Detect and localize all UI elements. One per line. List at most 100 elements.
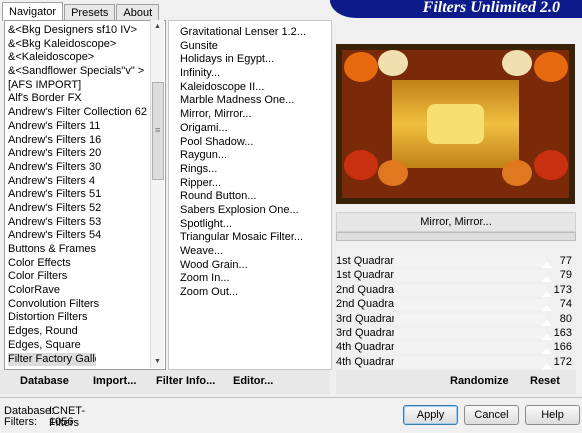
scroll-up-icon[interactable]: ▲	[151, 20, 164, 33]
filter-item[interactable]: Wood Grain...	[180, 259, 330, 273]
filter-item[interactable]: Rings...	[180, 163, 330, 177]
filter-info-button[interactable]: Filter Info...	[156, 375, 215, 387]
category-item[interactable]: &<Kaleidoscope>	[8, 51, 148, 65]
param-slider[interactable]	[394, 299, 552, 312]
category-item[interactable]: Andrew's Filters 16	[8, 134, 148, 148]
category-item[interactable]: ColorRave	[8, 284, 148, 298]
category-item[interactable]: Color Filters	[8, 270, 148, 284]
slider-arrow-icon[interactable]	[542, 276, 552, 283]
help-button[interactable]: Help	[525, 405, 580, 425]
category-item[interactable]: Andrew's Filters 11	[8, 120, 148, 134]
param-row: 4th Quadrant Y 172	[336, 355, 576, 369]
category-item[interactable]: Andrew's Filters 20	[8, 147, 148, 161]
category-item[interactable]: &<Bkg Designers sf10 IV>	[8, 24, 148, 38]
preview-pumpkin	[344, 150, 378, 180]
preview-pumpkin	[378, 160, 408, 186]
category-item[interactable]: Buttons & Frames	[8, 243, 148, 257]
banner-title: Filters Unlimited 2.0	[422, 0, 560, 16]
category-item[interactable]: Andrew's Filters 54	[8, 229, 148, 243]
slider-arrow-icon[interactable]	[542, 262, 552, 268]
scroll-down-icon[interactable]: ▼	[151, 355, 164, 368]
slider-arrow-icon[interactable]	[542, 290, 552, 297]
category-item[interactable]: &<Sandflower Specials"v" >	[8, 65, 148, 79]
param-row: 2nd Quadrant Y 74	[336, 297, 576, 312]
filter-item[interactable]: Origami...	[180, 122, 330, 136]
slider-arrow-icon[interactable]	[542, 362, 552, 369]
filter-item[interactable]: Raygun...	[180, 149, 330, 163]
filter-items: Gravitational Lenser 1.2... Gunsite Holida…	[180, 26, 330, 300]
filter-item[interactable]: Spotlight...	[180, 218, 330, 232]
slider-arrow-icon[interactable]	[542, 334, 552, 340]
category-item[interactable]: Color Effects	[8, 257, 148, 271]
randomize-button[interactable]: Randomize	[450, 375, 509, 387]
preview-pumpkin	[534, 150, 568, 180]
filter-item[interactable]: Round Button...	[180, 190, 330, 204]
tab-presets[interactable]: Presets	[64, 4, 116, 21]
preview-center	[392, 80, 519, 168]
category-item[interactable]: Andrew's Filters 4	[8, 175, 148, 189]
category-scrollbar[interactable]: ▲ ≡ ▼	[150, 20, 164, 368]
divider	[0, 397, 582, 398]
category-item[interactable]: Andrew's Filter Collection 62	[8, 106, 148, 120]
slider-arrow-icon[interactable]	[542, 348, 552, 355]
param-slider[interactable]	[394, 256, 552, 268]
param-slider[interactable]	[394, 328, 552, 340]
param-slider[interactable]	[394, 313, 552, 326]
slider-arrow-icon[interactable]	[542, 319, 552, 326]
param-slider[interactable]	[394, 356, 552, 369]
category-item[interactable]: Andrew's Filters 53	[8, 216, 148, 230]
category-item[interactable]: Edges, Round	[8, 325, 148, 339]
selected-filter-label: Mirror, Mirror...	[336, 212, 576, 232]
filter-item[interactable]: Infinity...	[180, 67, 330, 81]
category-item[interactable]: Andrew's Filters 30	[8, 161, 148, 175]
param-row: 4th Quadrant X 166	[336, 340, 576, 355]
database-button[interactable]: Database	[20, 375, 69, 387]
filter-item[interactable]: Ripper...	[180, 177, 330, 191]
preview-frame	[342, 50, 569, 198]
preview-zoom-slider[interactable]	[336, 232, 576, 241]
cancel-button[interactable]: Cancel	[464, 405, 519, 425]
filter-item[interactable]: Holidays in Egypt...	[180, 53, 330, 67]
category-item[interactable]: Edges, Square	[8, 339, 148, 353]
editor-button[interactable]: Editor...	[233, 375, 273, 387]
param-slider[interactable]	[394, 284, 552, 297]
filter-item[interactable]: Triangular Mosaic Filter...	[180, 231, 330, 245]
filter-item[interactable]: Zoom In...	[180, 272, 330, 286]
tab-strip: Navigator Presets About	[2, 2, 160, 21]
tab-about[interactable]: About	[116, 4, 160, 21]
filter-item[interactable]: Weave...	[180, 245, 330, 259]
filters-value: 1056	[49, 416, 74, 428]
scroll-thumb[interactable]: ≡	[152, 82, 164, 180]
param-slider[interactable]	[394, 270, 552, 283]
param-value: 163	[553, 327, 572, 339]
app-banner: Filters Unlimited 2.0	[330, 0, 582, 18]
category-item[interactable]: &<Bkg Kaleidoscope>	[8, 38, 148, 52]
param-slider[interactable]	[394, 342, 552, 355]
param-value: 79	[559, 269, 572, 282]
filter-item[interactable]: Gravitational Lenser 1.2...	[180, 26, 330, 40]
slider-arrow-icon[interactable]	[542, 305, 552, 312]
filter-item[interactable]: Kaleidoscope II...	[180, 81, 330, 95]
category-item[interactable]: Alf's Border FX	[8, 92, 148, 106]
category-item[interactable]: Andrew's Filters 51	[8, 188, 148, 202]
param-value: 166	[553, 341, 572, 354]
preview-pumpkin	[534, 52, 568, 82]
preview-pumpkin	[502, 50, 532, 76]
import-button[interactable]: Import...	[93, 375, 136, 387]
preview-image	[336, 44, 575, 204]
filter-item[interactable]: Mirror, Mirror...	[180, 108, 330, 122]
category-item[interactable]: Distortion Filters	[8, 311, 148, 325]
filter-item[interactable]: Gunsite	[180, 40, 330, 54]
param-row: 2nd Quadrant X 173	[336, 283, 576, 297]
filter-item[interactable]: Sabers Explosion One...	[180, 204, 330, 218]
reset-button[interactable]: Reset	[530, 375, 560, 387]
filter-item[interactable]: Zoom Out...	[180, 286, 330, 300]
category-item[interactable]: [AFS IMPORT]	[8, 79, 148, 93]
apply-button[interactable]: Apply	[403, 405, 458, 425]
filter-item[interactable]: Marble Madness One...	[180, 94, 330, 108]
category-item[interactable]: Filter Factory Gallery A	[8, 352, 96, 367]
tab-navigator[interactable]: Navigator	[2, 2, 64, 21]
category-item[interactable]: Convolution Filters	[8, 298, 148, 312]
filter-item[interactable]: Pool Shadow...	[180, 136, 330, 150]
category-item[interactable]: Andrew's Filters 52	[8, 202, 148, 216]
